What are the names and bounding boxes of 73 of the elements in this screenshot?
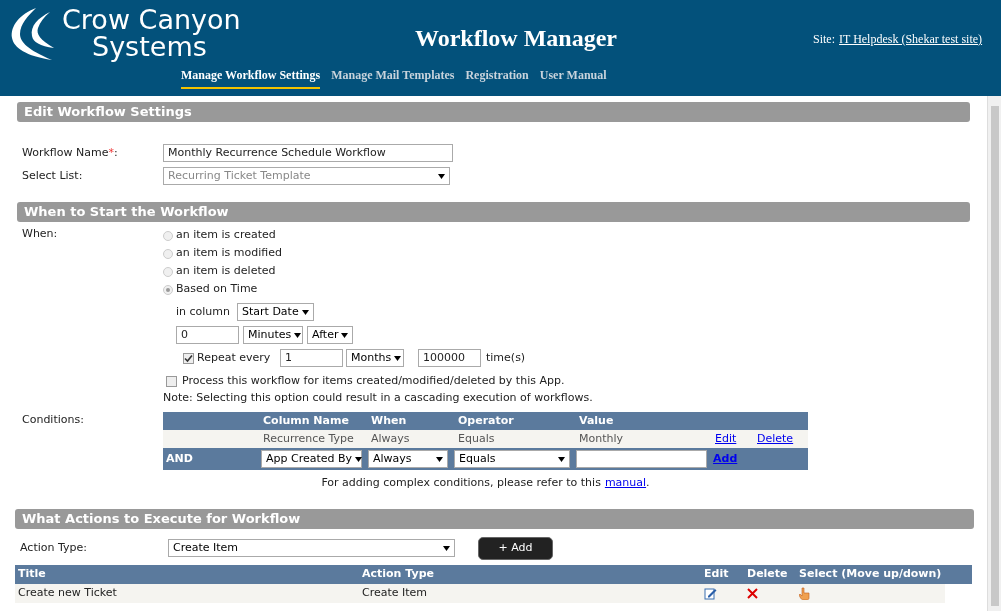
option-label: an item is created bbox=[176, 227, 276, 244]
checkbox[interactable] bbox=[183, 352, 194, 364]
repeat-field[interactable]: 1 bbox=[280, 349, 343, 367]
field-label: in column bbox=[176, 303, 231, 320]
site-link[interactable]: IT Helpdesk (Shekar test site) bbox=[839, 30, 983, 48]
direction-select[interactable]: After bbox=[307, 326, 353, 344]
joiner-label: AND bbox=[165, 450, 194, 467]
section-header: Edit Workflow Settings bbox=[17, 102, 970, 122]
unit-select[interactable]: Minutes bbox=[243, 326, 303, 344]
repeat-unit-select[interactable]: Months bbox=[346, 349, 404, 367]
column-select[interactable]: App Created By bbox=[261, 450, 362, 468]
radio-button[interactable] bbox=[163, 266, 173, 277]
option-label: Based on Time bbox=[176, 281, 258, 298]
list-select[interactable]: Recurring Ticket Template bbox=[163, 167, 450, 185]
checkbox[interactable] bbox=[166, 375, 177, 387]
option-label: Process this workflow for items created/modified/deleted by this App. bbox=[182, 373, 565, 389]
site-label: Site: bbox=[813, 31, 835, 48]
caret-icon bbox=[294, 332, 302, 338]
option-label: an item is deleted bbox=[176, 263, 276, 280]
radio-button[interactable] bbox=[163, 284, 173, 295]
value-field[interactable] bbox=[576, 450, 707, 468]
caret-icon bbox=[394, 355, 402, 361]
table-cell-text: Equals bbox=[458, 430, 496, 447]
caret-icon bbox=[558, 456, 565, 462]
scrollbar[interactable] bbox=[987, 96, 1001, 611]
table-cell-text: Create new Ticket bbox=[18, 584, 118, 601]
caret-icon bbox=[436, 456, 443, 462]
table-cell-text: Always bbox=[371, 430, 411, 447]
add-button[interactable]: + Add bbox=[478, 536, 553, 560]
workflow-name-field[interactable]: Monthly Recurrence Schedule Workflow bbox=[163, 144, 453, 162]
offset-field[interactable]: 0 bbox=[176, 326, 239, 344]
field-label: Workflow Name*: bbox=[22, 144, 119, 161]
table-cell-text: Recurrence Type bbox=[263, 430, 355, 447]
radio-button[interactable] bbox=[163, 230, 173, 241]
option-label: an item is modified bbox=[176, 245, 282, 262]
edit-icon[interactable] bbox=[704, 586, 717, 600]
table-cell-text: Create Item bbox=[362, 584, 429, 601]
section-header: When to Start the Workflow bbox=[17, 202, 970, 222]
caret-icon bbox=[341, 332, 349, 338]
app-title: Workflow Manager bbox=[415, 24, 618, 53]
field-label: Action Type: bbox=[20, 539, 88, 556]
field-label: Repeat every bbox=[197, 349, 272, 366]
when-select[interactable]: Always bbox=[368, 450, 448, 468]
hand-icon[interactable] bbox=[799, 586, 810, 600]
count-field[interactable]: 100000 bbox=[418, 349, 481, 367]
field-label: Select List: bbox=[22, 167, 84, 184]
nav-tab[interactable]: Manage Workflow Settings bbox=[181, 66, 321, 89]
caret-icon bbox=[355, 456, 363, 462]
caret-icon bbox=[438, 173, 445, 179]
field-label: Conditions: bbox=[22, 412, 85, 428]
hint-text: For adding complex conditions, please refer to this bbox=[321, 475, 601, 491]
caret-icon bbox=[443, 545, 450, 551]
caret-icon bbox=[302, 309, 310, 315]
hint-text: . bbox=[646, 475, 650, 491]
nav-tab[interactable]: Manage Mail Templates bbox=[331, 66, 455, 89]
edit-link[interactable]: Edit bbox=[715, 430, 757, 448]
table-header: Title Action Type Edit Delete Select (Move up/down) bbox=[15, 564, 972, 584]
radio-button[interactable] bbox=[163, 248, 173, 259]
action-type-select[interactable]: Create Item bbox=[168, 539, 455, 557]
operator-select[interactable]: Equals bbox=[454, 450, 570, 468]
nav-tab[interactable]: User Manual bbox=[539, 66, 607, 89]
delete-icon[interactable] bbox=[747, 587, 758, 599]
column-select[interactable]: Start Date bbox=[237, 303, 315, 321]
table-header: Column Name When Operator Value bbox=[163, 412, 808, 430]
table-cell-text: Monthly bbox=[579, 430, 625, 447]
note-text: Note: Selecting this option could result in a cascading execution of workflows. bbox=[163, 389, 593, 406]
nav-tab[interactable]: Registration bbox=[465, 66, 529, 89]
field-label: time(s) bbox=[486, 349, 526, 366]
field-label: When: bbox=[22, 226, 59, 242]
manual-link[interactable]: manual bbox=[604, 475, 647, 492]
delete-link[interactable]: Delete bbox=[757, 430, 794, 448]
section-header: What Actions to Execute for Workflow bbox=[15, 508, 974, 529]
logo-text: Crow Canyon bbox=[62, 6, 241, 33]
